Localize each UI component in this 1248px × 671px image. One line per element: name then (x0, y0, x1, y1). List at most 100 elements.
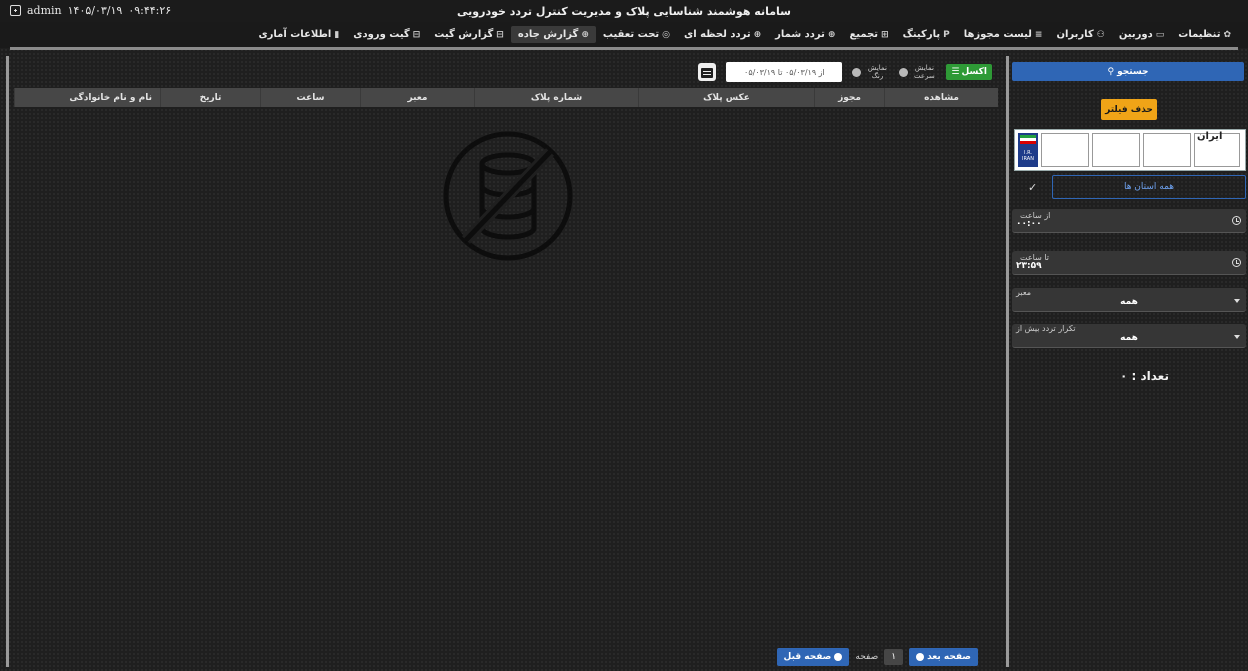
main-menu: ▮ اطلاعات آماری ⊟ گیت ورودی ⊟ گزارش گیت ⊕ گزارش… (0, 22, 1248, 48)
column-header[interactable]: مشاهده (884, 88, 998, 107)
column-header[interactable]: مجوز (814, 88, 884, 107)
clock-icon[interactable] (1232, 258, 1241, 267)
plate-part-letter[interactable] (1092, 133, 1140, 167)
column-header[interactable]: نام و نام خانوادگی (14, 88, 160, 107)
column-header[interactable]: عکس پلاک (638, 88, 814, 107)
from-time-value: ۰۰:۰۰ (1016, 219, 1042, 229)
menu-item-label: تجمیع (849, 29, 879, 40)
next-page-label: صفحه بعد (927, 652, 971, 662)
remove-filter-button[interactable]: حذف فیلتر (1101, 99, 1157, 120)
no-data-icon (443, 131, 573, 261)
show-color-toggle[interactable]: نمایش رنگ (852, 64, 889, 80)
chevron-down-icon (1234, 335, 1240, 339)
excel-export-button[interactable]: اکسل ☰ (946, 64, 992, 80)
column-header[interactable]: ساعت (260, 88, 360, 107)
plate-part-3digit[interactable] (1143, 133, 1191, 167)
list-icon: ≡ (1034, 29, 1043, 40)
plus-circle-icon: ⊕ (753, 29, 762, 40)
route-label: معبر (1016, 288, 1031, 297)
menu-divider (10, 47, 1238, 50)
chevron-down-icon (1234, 299, 1240, 303)
menu-item-6[interactable]: ⊕ تردد لحظه ای (677, 26, 768, 43)
menu-item-7[interactable]: ⊕ تردد شمار (768, 26, 842, 43)
grid-icon: ⊞ (881, 29, 889, 40)
to-time-field[interactable]: تا ساعت ۲۳:۵۹ (1012, 251, 1246, 275)
clock-icon[interactable] (1232, 216, 1241, 225)
menu-item-label: گزارش جاده (517, 29, 579, 40)
arrow-left-icon (916, 653, 925, 661)
menu-item-label: گزارش گیت (434, 29, 494, 40)
page-label: صفحه (855, 652, 879, 662)
road-report-icon: ⊕ (581, 29, 589, 40)
panel-divider (6, 56, 9, 667)
plate-flag-text: I.R. IRAN (1022, 150, 1034, 162)
users-icon: ⚇ (1096, 29, 1105, 40)
list-icon: ☰ (951, 67, 960, 77)
excel-label: اکسل (961, 67, 987, 77)
menu-item-label: تردد شمار (775, 29, 825, 40)
prev-page-button[interactable]: صفحه قبل (776, 648, 850, 666)
results-toolbar: از ۰۵/۰۳/۱۹ تا ۰۵/۰۳/۱۹ نمایش رنگ نمایش … (698, 61, 992, 83)
menu-item-label: گیت ورودی (353, 29, 410, 40)
menu-item-8[interactable]: ⊞ تجمیع (842, 26, 895, 43)
pagination: صفحه قبل صفحه ۱ صفحه بعد (776, 648, 978, 666)
column-header[interactable]: شماره پلاک (474, 88, 638, 107)
menu-item-9[interactable]: P پارکینگ (896, 26, 957, 43)
route-value: همه (1120, 297, 1138, 307)
bar-chart-icon: ▮ (334, 29, 340, 40)
plate-part-region[interactable]: ایران (1194, 131, 1240, 167)
show-speed-toggle[interactable]: نمایش سرعت (899, 64, 936, 80)
date-range-input[interactable]: از ۰۵/۰۳/۱۹ تا ۰۵/۰۳/۱۹ (726, 62, 843, 82)
camera-icon: ▭ (1155, 29, 1165, 40)
filter-sidebar: جستجو ⚲ حذف فیلتر I.R. IRAN ایران ✓ همه … (1010, 56, 1248, 667)
menu-item-13[interactable]: ✿ تنظیمات (1171, 26, 1238, 43)
menu-item-4[interactable]: ⊕ گزارش جاده (510, 26, 596, 43)
repeat-label: تکرار تردد بیش از (1016, 324, 1076, 333)
province-select-button[interactable]: همه استان ها (1052, 175, 1246, 199)
search-button[interactable]: جستجو ⚲ (1012, 62, 1244, 81)
menu-item-12[interactable]: ▭ دوربین (1112, 26, 1171, 43)
gate-icon: ⊟ (412, 29, 421, 40)
route-select[interactable]: معبر همه (1012, 288, 1246, 312)
gear-icon: ✿ (1223, 29, 1231, 40)
menu-item-label: تحت تعقیب (602, 29, 660, 40)
show-color-label: نمایش رنگ (867, 64, 887, 80)
table-header: نام و نام خانوادگی تاریخ ساعت معبر شماره… (14, 88, 998, 107)
radio-icon[interactable] (899, 67, 909, 77)
menu-item-label: اطلاعات آماری (258, 29, 332, 40)
repeat-select[interactable]: تکرار تردد بیش از همه (1012, 324, 1246, 348)
column-header[interactable]: معبر (360, 88, 474, 107)
menu-item-label: دوربین (1118, 29, 1153, 40)
plate-part-2digit[interactable] (1041, 133, 1089, 167)
next-page-button[interactable]: صفحه بعد (909, 648, 978, 666)
from-time-field[interactable]: از ساعت ۰۰:۰۰ (1012, 209, 1246, 233)
repeat-value: همه (1120, 333, 1138, 343)
calendar-icon[interactable] (698, 63, 717, 81)
menu-item-3[interactable]: ⊟ گزارش گیت (427, 26, 511, 43)
plate-input: I.R. IRAN ایران (1014, 129, 1246, 171)
title-bar: admin ۱۴۰۵/۰۳/۱۹ ۰۹:۴۴:۲۶ سامانه هوشمند … (0, 0, 1248, 22)
menu-item-label: لیست مجوزها (963, 29, 1032, 40)
check-icon[interactable]: ✓ (1028, 181, 1037, 194)
page-number[interactable]: ۱ (884, 649, 904, 665)
menu-item-5[interactable]: ◎ تحت تعقیب (596, 26, 677, 43)
search-icon: ⚲ (1107, 66, 1115, 77)
radio-icon[interactable] (852, 67, 862, 77)
iran-flag-icon: I.R. IRAN (1018, 133, 1038, 167)
prev-page-label: صفحه قبل (783, 652, 832, 662)
menu-item-label: کاربران (1056, 29, 1094, 40)
menu-item-1[interactable]: ▮ اطلاعات آماری (251, 26, 346, 43)
results-panel: از ۰۵/۰۳/۱۹ تا ۰۵/۰۳/۱۹ نمایش رنگ نمایش … (10, 55, 1006, 666)
menu-item-11[interactable]: ⚇ کاربران (1049, 26, 1111, 43)
target-icon: ◎ (662, 29, 671, 40)
result-count: تعداد : ۰ (1120, 369, 1169, 383)
menu-item-2[interactable]: ⊟ گیت ورودی (346, 26, 427, 43)
menu-item-label: پارکینگ (902, 29, 941, 40)
report-icon: ⊟ (496, 29, 504, 40)
menu-item-10[interactable]: ≡ لیست مجوزها (957, 26, 1050, 43)
counter-icon: ⊕ (827, 29, 836, 40)
arrow-right-icon (834, 653, 843, 661)
search-label: جستجو (1117, 66, 1149, 77)
column-header[interactable]: تاریخ (160, 88, 260, 107)
app-title: سامانه هوشمند شناسایی پلاک و مدیریت کنتر… (457, 5, 791, 18)
